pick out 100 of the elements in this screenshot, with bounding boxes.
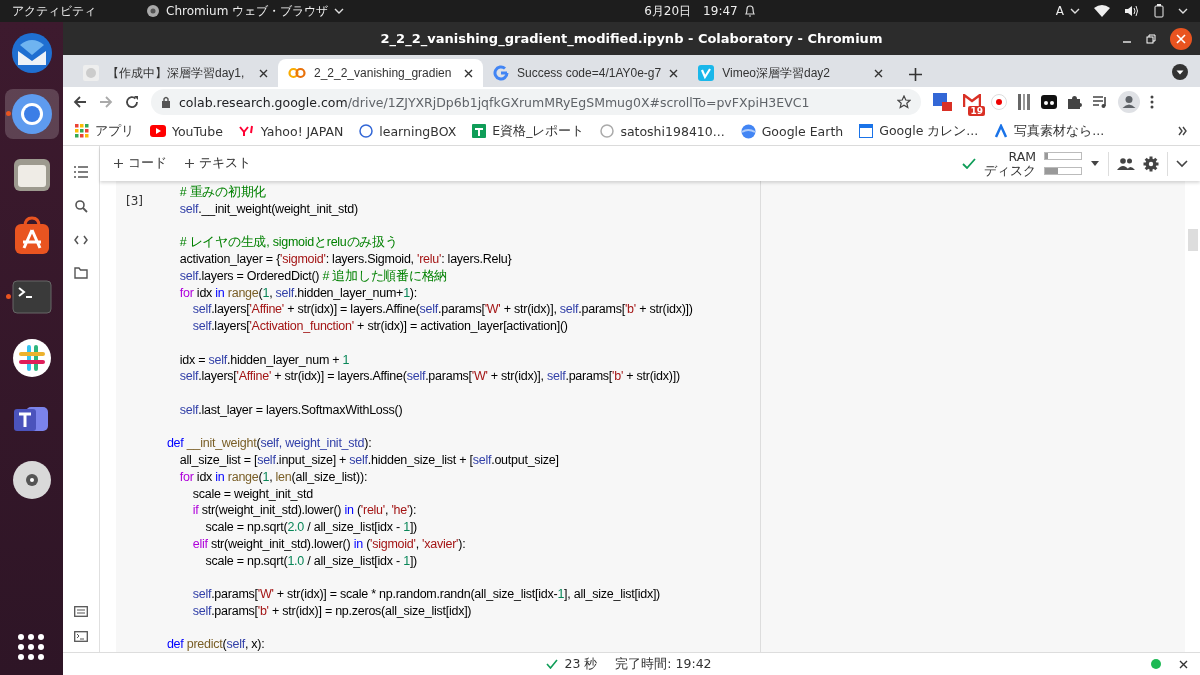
avatar-icon[interactable] xyxy=(1118,91,1140,113)
mail-count-badge: 19 xyxy=(968,105,985,116)
bookmark-link[interactable]: Yahoo! JAPAN xyxy=(260,123,344,139)
star-icon[interactable] xyxy=(897,95,911,109)
code-line: self.layers['Affine' + str(idx)] = layers.Affine(self.params['W' + str(idx)], self.params['b' + str(idx)]) xyxy=(178,368,681,385)
input-method[interactable]: A xyxy=(1055,4,1064,18)
code-line: self.last_layer = layers.SoftmaxWithLoss() xyxy=(178,401,404,419)
mail-icon[interactable] xyxy=(963,93,981,108)
code-icon[interactable] xyxy=(74,235,88,245)
activities-button[interactable]: アクティビティ xyxy=(12,2,96,20)
dropdown-icon[interactable] xyxy=(1090,160,1100,167)
code-line: self.layers = OrderedDict() # 追加した順番に格納 xyxy=(178,267,449,285)
code-cell[interactable] xyxy=(116,181,760,652)
code-line: self.params['W' + str(idx)] = scale * np.random.randn(all_size_list[idx-1], all_size_list[idx]) xyxy=(191,586,662,603)
puzzle-icon[interactable] xyxy=(1067,94,1082,110)
code-line: elif str(weight_init_std).lower() in ('sigmoid', 'xavier'): xyxy=(191,535,467,553)
keyboard-icon[interactable] xyxy=(74,606,88,617)
code-line: def __init_weight(self, weight_init_std): xyxy=(165,435,373,452)
grid-icon xyxy=(75,124,89,138)
chevron-down-icon[interactable] xyxy=(1176,159,1188,168)
code-line: # レイヤの生成, sigmoidとreluのみ扱う xyxy=(178,234,399,251)
resource-label: ディスク xyxy=(984,163,1036,178)
browser-tab[interactable]: 【作成中】深層学習day1, xyxy=(73,59,278,87)
code-line: # 重みの初期化 xyxy=(178,184,268,201)
bookmark-link[interactable]: Google カレン... xyxy=(879,122,979,140)
code-line: if str(weight_init_std).lower() in ('relu', 'he'): xyxy=(191,502,418,519)
add-cell-button[interactable]: コード xyxy=(112,153,169,174)
browser-tab[interactable]: Success code=4/1AY0e-g7 xyxy=(483,59,689,87)
elapsed-time: 23 秒 xyxy=(564,655,598,673)
code-line: scale = np.sqrt(1.0 / all_size_list[idx - 1]) xyxy=(204,552,418,570)
play-icon xyxy=(150,125,166,137)
eyes-icon[interactable] xyxy=(1041,95,1057,109)
code-line: idx = self.hidden_layer_num + 1 xyxy=(178,351,351,369)
finish-time: 完了時間: 19:42 xyxy=(615,655,712,673)
bookmark-link[interactable]: アプリ xyxy=(95,122,134,140)
g-logo-icon xyxy=(493,65,509,81)
list-icon[interactable] xyxy=(74,166,88,178)
usage-bar xyxy=(1044,152,1082,160)
folder-icon[interactable] xyxy=(74,267,88,279)
hash-logo-icon xyxy=(11,338,52,378)
checkmark-icon xyxy=(962,158,976,169)
close-icon[interactable] xyxy=(259,68,268,78)
bookmark-link[interactable]: 写真素材なら... xyxy=(1014,122,1105,140)
status-dot-icon xyxy=(1151,659,1161,669)
battery-icon[interactable] xyxy=(1154,4,1164,18)
bookmark-link[interactable]: YouTube xyxy=(172,123,223,139)
browser-tab[interactable]: 2_2_2_vanishing_gradien xyxy=(278,59,483,87)
close-icon xyxy=(1176,34,1186,44)
code-line: self.layers['Activation_function' + str(idx)] = activation_layer[activation]() xyxy=(191,318,569,335)
resource-label: RAM xyxy=(1007,149,1036,164)
y-logo-icon xyxy=(238,125,255,137)
speaker-icon[interactable] xyxy=(1124,5,1140,17)
reload-icon[interactable] xyxy=(125,95,139,109)
back-icon[interactable] xyxy=(73,95,87,109)
window-title: 2_2_2_vanishing_gradient_modified.ipynb - Colaboratory - Chromium xyxy=(380,31,883,46)
terminal-icon xyxy=(11,280,52,314)
chevron-down-icon xyxy=(1070,8,1080,14)
browser-tab[interactable]: Vimeo深層学習day2 xyxy=(688,59,894,87)
globe-icon xyxy=(740,123,756,139)
settings-icon[interactable] xyxy=(1143,155,1159,172)
code-line: scale = weight_init_std xyxy=(191,485,315,503)
bookmark-link[interactable]: satoshi198410... xyxy=(620,123,725,139)
execution-count: [3] xyxy=(125,193,144,210)
bookmark-link[interactable]: learningBOX xyxy=(379,123,457,139)
add-cell-button[interactable]: テキスト xyxy=(183,153,253,174)
code-line: for idx in range(1, len(all_size_list)): xyxy=(178,468,369,486)
app-grid-icon[interactable] xyxy=(17,633,45,661)
terminal-icon[interactable] xyxy=(74,631,88,642)
playlist-icon[interactable] xyxy=(1092,95,1108,109)
bell-icon xyxy=(743,4,756,18)
plus-icon xyxy=(114,159,123,168)
people-icon[interactable] xyxy=(1117,157,1135,170)
plus-icon[interactable] xyxy=(909,68,923,81)
app-menu[interactable]: Chromium ウェブ・ブラウザ xyxy=(166,2,329,20)
clock[interactable]: 6月20日 19:47 xyxy=(644,2,738,20)
dropdown-icon[interactable] xyxy=(1172,64,1188,80)
address-field[interactable]: colab.research.google.com/drive/1ZJYXRjDp6b1jqfkGXrumMRyEgSMmug0X#scrollTo=pvFXpiH3EVC1 xyxy=(151,89,921,115)
browser-icon xyxy=(9,92,54,136)
mail-bird-icon xyxy=(9,31,54,75)
restore-icon[interactable] xyxy=(1146,34,1156,44)
double-chevron-icon[interactable] xyxy=(1178,126,1188,136)
browser-icon xyxy=(146,4,160,18)
code-line: activation_layer = {'sigmoid': layers.Sigmoid, 'relu': layers.Relu} xyxy=(178,251,513,268)
bookmark-link[interactable]: E資格_レポート xyxy=(492,122,585,140)
bookmark-link[interactable]: Google Earth xyxy=(761,123,844,139)
barcode-icon[interactable] xyxy=(1017,94,1031,110)
record-icon[interactable] xyxy=(991,94,1007,110)
search-icon[interactable] xyxy=(74,200,88,213)
close-icon[interactable] xyxy=(464,68,473,78)
dock-item[interactable] xyxy=(4,89,59,139)
close-button[interactable] xyxy=(1170,28,1192,50)
v-logo-icon xyxy=(698,65,715,81)
close-icon[interactable] xyxy=(669,68,679,78)
scrollbar-thumb[interactable] xyxy=(1187,229,1198,251)
code-line: def predict(self, x): xyxy=(165,636,266,653)
chevron-down-icon xyxy=(334,8,345,14)
close-icon[interactable] xyxy=(1179,659,1188,669)
close-icon[interactable] xyxy=(874,68,884,78)
wifi-icon[interactable] xyxy=(1094,5,1110,17)
more-icon[interactable] xyxy=(1150,95,1154,109)
